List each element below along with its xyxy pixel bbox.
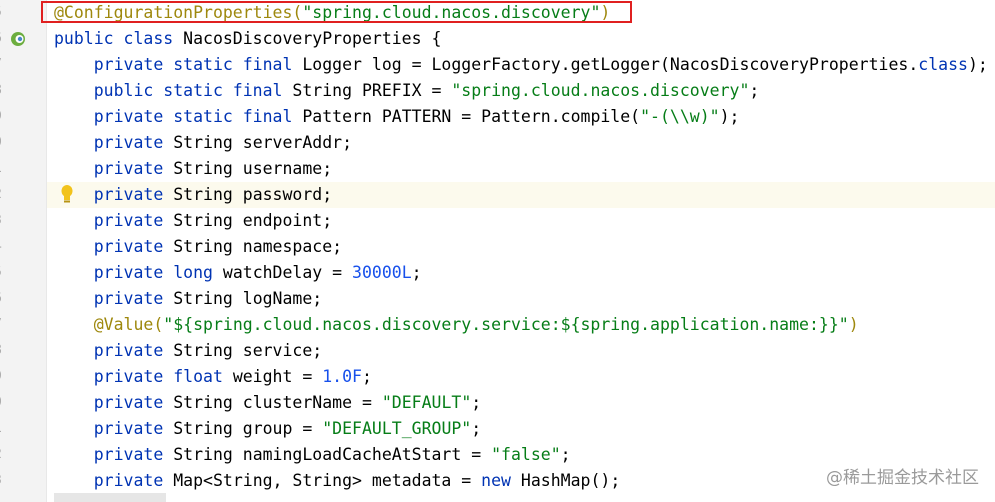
line-number: 8	[0, 338, 4, 364]
code-token: private	[54, 159, 174, 178]
code-token: private float	[54, 367, 233, 386]
line-number: 4	[0, 234, 4, 260]
code-token: private	[54, 393, 174, 412]
annotation-highlight-box	[41, 1, 632, 23]
code-token: String logName;	[173, 289, 323, 308]
line-number: 3	[0, 468, 4, 494]
code-token: HashMap();	[520, 471, 621, 490]
code-token: @Value(	[54, 315, 164, 334]
code-token: public static final	[54, 81, 293, 100]
code-token: private	[54, 419, 174, 438]
code-token: String namingLoadCacheAtStart =	[173, 445, 492, 464]
line-number: 1	[0, 156, 4, 182]
code-token: ;	[560, 445, 571, 464]
code-token: watchDelay =	[222, 263, 353, 282]
code-token: "DEFAULT_GROUP"	[322, 419, 472, 438]
code-token: String group =	[173, 419, 323, 438]
code-line[interactable]: private long watchDelay = 30000L;	[54, 260, 422, 286]
code-token: class	[918, 55, 968, 74]
code-token: Pattern PATTERN = Pattern.compile(	[302, 107, 641, 126]
line-number: 2	[0, 442, 4, 468]
line-number: 6	[0, 26, 4, 52]
code-line[interactable]: private static final Pattern PATTERN = P…	[54, 104, 740, 130]
code-line[interactable]: private String service;	[54, 338, 323, 364]
code-token: )	[848, 315, 859, 334]
code-token: private static final	[54, 107, 303, 126]
code-token: Map<String, String> metadata =	[173, 471, 482, 490]
line-gutter: 5678901234567890123	[0, 0, 47, 502]
line-number: 0	[0, 390, 4, 416]
code-line[interactable]: private float weight = 1.0F;	[54, 364, 372, 390]
code-token: String endpoint;	[173, 211, 333, 230]
line-number: 2	[0, 182, 4, 208]
line-number: 0	[0, 130, 4, 156]
watermark: @稀土掘金技术社区	[826, 468, 979, 488]
code-token: "${spring.cloud.nacos.discovery.service:…	[163, 315, 849, 334]
code-token: private	[54, 211, 174, 230]
code-token: );	[719, 107, 740, 126]
code-token: NacosDiscoveryProperties {	[183, 29, 442, 48]
code-token: "-(\\w)"	[640, 107, 720, 126]
code-token: ;	[749, 81, 760, 100]
code-token: "DEFAULT"	[381, 393, 472, 412]
line-number: 7	[0, 312, 4, 338]
code-token: );	[967, 55, 988, 74]
code-token: String username;	[173, 159, 333, 178]
code-line[interactable]: private String endpoint;	[54, 208, 332, 234]
code-token: String service;	[173, 341, 323, 360]
code-token: 1.0F	[322, 367, 362, 386]
code-token: String clusterName =	[173, 393, 382, 412]
code-token: private	[54, 133, 174, 152]
line-number: 9	[0, 364, 4, 390]
code-token: private	[54, 471, 174, 490]
line-number: 9	[0, 104, 4, 130]
code-token: private	[54, 185, 174, 204]
code-token: String PREFIX =	[292, 81, 452, 100]
code-line[interactable]: private String serverAddr;	[54, 130, 352, 156]
code-token: ;	[471, 419, 482, 438]
code-token: 30000L	[352, 263, 412, 282]
code-token: String password;	[173, 185, 333, 204]
code-line[interactable]: private String namespace;	[54, 234, 342, 260]
code-line[interactable]: @Value("${spring.cloud.nacos.discovery.s…	[54, 312, 859, 338]
code-token: private	[54, 289, 174, 308]
line-number: 5	[0, 0, 4, 26]
code-token: private	[54, 237, 174, 256]
code-line[interactable]: private String username;	[54, 156, 332, 182]
code-token: ;	[411, 263, 422, 282]
code-line[interactable]: private String namingLoadCacheAtStart = …	[54, 442, 571, 468]
code-line[interactable]: public class NacosDiscoveryProperties {	[54, 26, 441, 52]
code-token: private	[54, 445, 174, 464]
code-line[interactable]: private static final Logger log = Logger…	[54, 52, 988, 78]
code-token: "false"	[491, 445, 561, 464]
code-token: ;	[361, 367, 372, 386]
code-line[interactable]: private String password;	[54, 182, 332, 208]
code-token: Logger log = LoggerFactory.getLogger(Nac…	[302, 55, 919, 74]
code-line[interactable]: private String group = "DEFAULT_GROUP";	[54, 416, 481, 442]
code-token: weight =	[232, 367, 323, 386]
code-line[interactable]: private String clusterName = "DEFAULT";	[54, 390, 481, 416]
line-number: 7	[0, 52, 4, 78]
code-token: private long	[54, 263, 223, 282]
code-token: String namespace;	[173, 237, 343, 256]
code-token: new	[481, 471, 521, 490]
code-token: private	[54, 341, 174, 360]
line-number: 5	[0, 260, 4, 286]
code-editor[interactable]: 5678901234567890123 @ConfigurationProper…	[0, 0, 995, 502]
line-number: 6	[0, 286, 4, 312]
code-line[interactable]: private String logName;	[54, 286, 323, 312]
code-line[interactable]: private Map<String, String> metadata = n…	[54, 468, 621, 494]
next-line-partial	[54, 493, 166, 502]
code-line[interactable]: public static final String PREFIX = "spr…	[54, 78, 760, 104]
code-token: ;	[471, 393, 482, 412]
code-token: "spring.cloud.nacos.discovery"	[451, 81, 750, 100]
line-number: 8	[0, 78, 4, 104]
spring-bean-icon[interactable]	[10, 31, 26, 47]
code-token: public class	[54, 29, 184, 48]
code-token: String serverAddr;	[173, 133, 353, 152]
line-number: 1	[0, 416, 4, 442]
code-token: private static final	[54, 55, 303, 74]
line-number: 3	[0, 208, 4, 234]
